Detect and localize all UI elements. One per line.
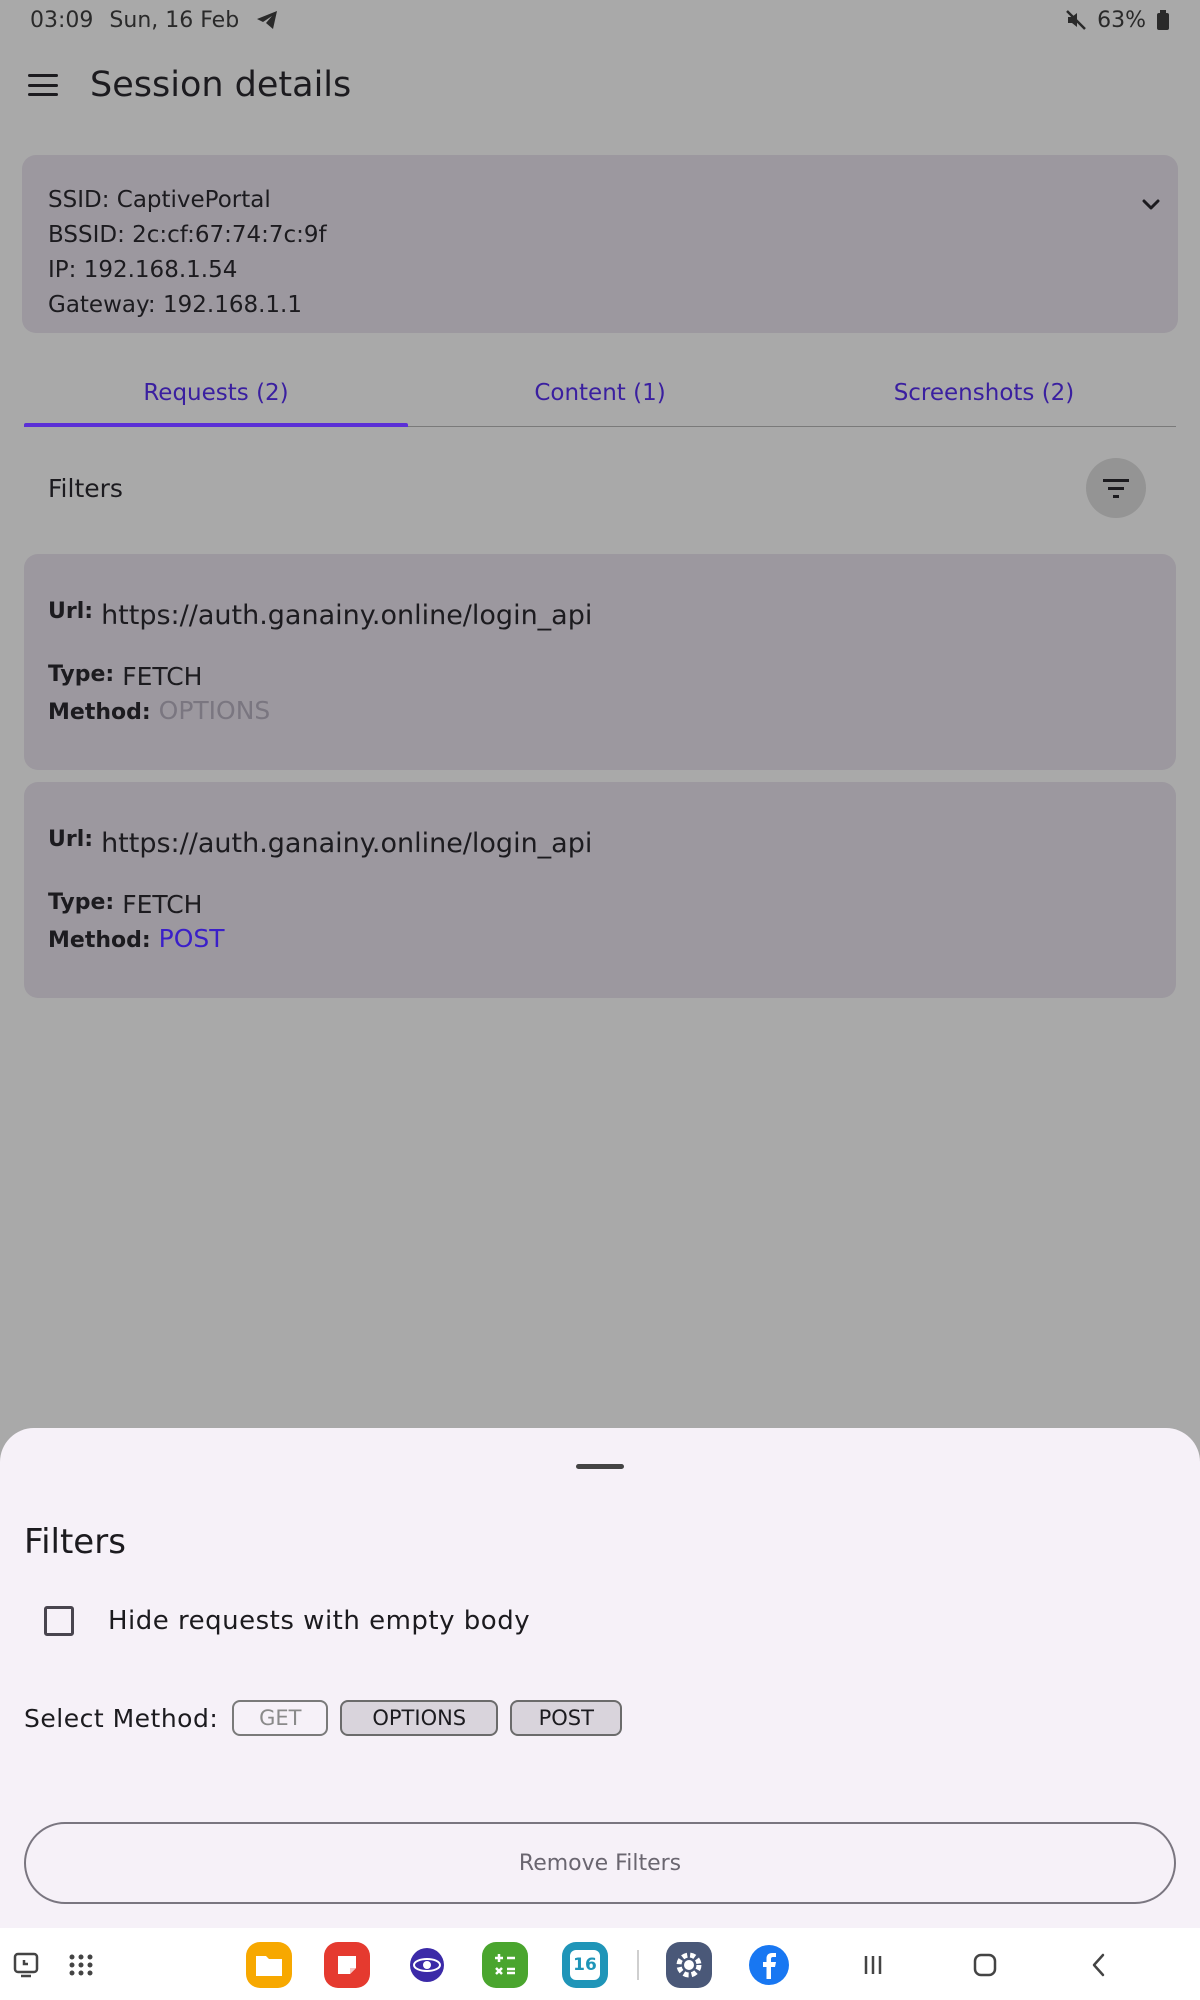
url-key: Url: bbox=[48, 827, 94, 852]
request-type: FETCH bbox=[122, 890, 203, 919]
filters-row: Filters bbox=[48, 458, 1146, 518]
sheet-title: Filters bbox=[24, 1522, 126, 1562]
filter-icon[interactable] bbox=[1086, 458, 1146, 518]
hide-empty-label: Hide requests with empty body bbox=[108, 1606, 531, 1636]
type-key: Type: bbox=[48, 662, 115, 687]
method-key: Method: bbox=[48, 700, 151, 725]
notes-app-icon[interactable] bbox=[324, 1942, 370, 1988]
request-method-row: Method: POST bbox=[48, 924, 225, 953]
request-method-row: Method: OPTIONS bbox=[48, 696, 270, 725]
tab-content[interactable]: Content (1) bbox=[408, 360, 792, 426]
battery-icon bbox=[1156, 9, 1170, 31]
request-method: POST bbox=[158, 924, 225, 953]
app-drawer-icon[interactable] bbox=[58, 1942, 104, 1988]
back-button-icon[interactable] bbox=[1076, 1942, 1122, 1988]
ip-text: IP: 192.168.1.54 bbox=[48, 257, 238, 283]
home-button-icon[interactable] bbox=[962, 1942, 1008, 1988]
top-app-bar: Session details bbox=[0, 40, 1200, 130]
type-key: Type: bbox=[48, 890, 115, 915]
calendar-app-icon[interactable]: 16 bbox=[562, 1942, 608, 1988]
status-bar: 03:09 Sun, 16 Feb 63% bbox=[0, 0, 1200, 40]
chevron-down-icon[interactable] bbox=[1136, 190, 1166, 220]
hide-empty-row: Hide requests with empty body bbox=[44, 1606, 530, 1636]
request-url: https://auth.ganainy.online/login_api bbox=[101, 828, 593, 859]
calculator-app-icon[interactable] bbox=[482, 1942, 528, 1988]
facebook-app-icon[interactable] bbox=[746, 1942, 792, 1988]
calendar-day: 16 bbox=[570, 1950, 600, 1980]
status-date: Sun, 16 Feb bbox=[109, 7, 240, 33]
request-url-row: Url: https://auth.ganainy.online/login_a… bbox=[48, 594, 592, 631]
request-url: https://auth.ganainy.online/login_api bbox=[101, 600, 593, 631]
request-url-row: Url: https://auth.ganainy.online/login_a… bbox=[48, 822, 592, 859]
method-chip-post[interactable]: POST bbox=[510, 1700, 623, 1736]
telegram-icon bbox=[255, 9, 279, 31]
request-type-row: Type: FETCH bbox=[48, 886, 202, 919]
remove-filters-button[interactable]: Remove Filters bbox=[24, 1822, 1176, 1904]
status-time: 03:09 bbox=[30, 7, 94, 33]
page-title: Session details bbox=[90, 65, 352, 105]
request-card[interactable]: Url: https://auth.ganainy.online/login_a… bbox=[24, 782, 1176, 998]
hide-empty-checkbox[interactable] bbox=[44, 1606, 74, 1636]
select-method-label: Select Method: bbox=[24, 1703, 219, 1733]
tab-screenshots[interactable]: Screenshots (2) bbox=[792, 360, 1176, 426]
request-method: OPTIONS bbox=[158, 696, 271, 725]
request-card[interactable]: Url: https://auth.ganainy.online/login_a… bbox=[24, 554, 1176, 770]
method-chip-get[interactable]: GET bbox=[232, 1700, 329, 1736]
settings-app-icon[interactable] bbox=[666, 1942, 712, 1988]
filters-label: Filters bbox=[48, 473, 123, 503]
session-info-card[interactable]: SSID: CaptivePortal BSSID: 2c:cf:67:74:7… bbox=[22, 155, 1178, 333]
recent-apps-panel-icon[interactable] bbox=[4, 1942, 50, 1988]
sheet-drag-handle[interactable] bbox=[576, 1464, 624, 1469]
taskbar-divider bbox=[637, 1950, 639, 1980]
method-filter-row: Select Method: GET OPTIONS POST bbox=[24, 1700, 634, 1736]
request-type: FETCH bbox=[122, 662, 203, 691]
ssid-text: SSID: CaptivePortal bbox=[48, 187, 271, 213]
method-chip-options[interactable]: OPTIONS bbox=[340, 1700, 499, 1736]
files-app-icon[interactable] bbox=[246, 1942, 292, 1988]
recents-button-icon[interactable] bbox=[850, 1942, 896, 1988]
method-key: Method: bbox=[48, 928, 151, 953]
menu-icon[interactable] bbox=[26, 70, 60, 100]
battery-level: 63% bbox=[1097, 7, 1146, 33]
tab-bar: Requests (2) Content (1) Screenshots (2) bbox=[24, 360, 1176, 427]
gateway-text: Gateway: 192.168.1.1 bbox=[48, 292, 302, 318]
tab-requests[interactable]: Requests (2) bbox=[24, 360, 408, 427]
galaxy-app-icon[interactable] bbox=[404, 1942, 450, 1988]
filters-bottom-sheet: Filters Hide requests with empty body Se… bbox=[0, 1428, 1200, 1928]
request-type-row: Type: FETCH bbox=[48, 658, 202, 691]
mute-icon bbox=[1065, 9, 1087, 31]
url-key: Url: bbox=[48, 599, 94, 624]
bssid-text: BSSID: 2c:cf:67:74:7c:9f bbox=[48, 222, 327, 248]
navigation-bar: 16 bbox=[0, 1928, 1200, 2000]
